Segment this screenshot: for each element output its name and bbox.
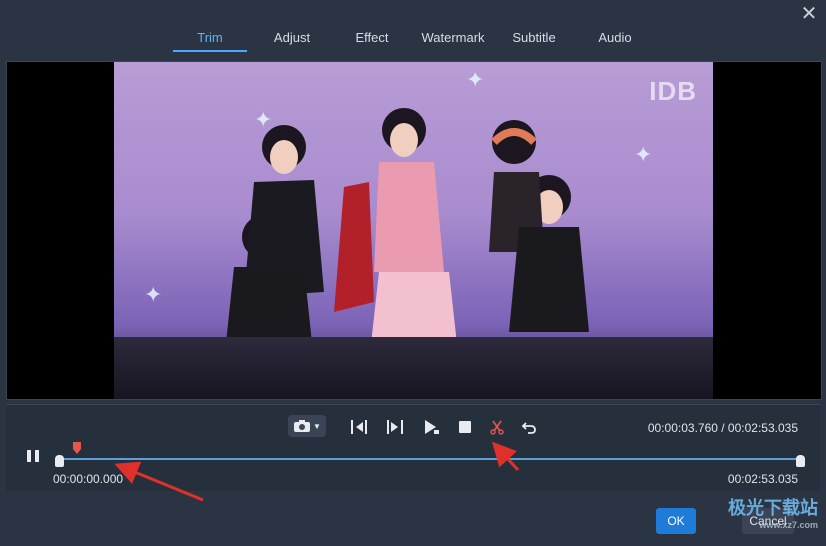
set-start-button[interactable] [346, 415, 372, 439]
video-overlay-text: IDB [649, 76, 697, 106]
set-start-icon [351, 420, 367, 434]
tab-trim[interactable]: Trim [173, 28, 247, 52]
tab-subtitle[interactable]: Subtitle [497, 28, 571, 52]
set-end-button[interactable] [382, 415, 408, 439]
undo-button[interactable] [516, 415, 542, 439]
tab-adjust[interactable]: Adjust [256, 28, 328, 52]
site-watermark-url: www.xz7.com [759, 520, 818, 530]
trim-end-time: 00:02:53.035 [727, 472, 798, 486]
pause-icon [27, 450, 39, 462]
sparkle-icon: ✦ [466, 67, 485, 92]
video-frame-image: ✦ ✦ ✦ ✦ IDB [114, 62, 713, 399]
playhead-marker[interactable] [72, 441, 82, 455]
tab-audio[interactable]: Audio [578, 28, 652, 52]
tab-watermark[interactable]: Watermark [416, 28, 490, 52]
camera-icon [294, 420, 311, 432]
play-segment-button[interactable] [418, 415, 444, 439]
trim-start-handle[interactable] [55, 455, 64, 467]
close-button[interactable]: ✕ [798, 3, 820, 25]
dancers-figure [224, 108, 589, 362]
snapshot-button[interactable]: ▼ [288, 415, 326, 437]
sparkle-icon: ✦ [144, 282, 163, 307]
timeline-line [61, 458, 799, 460]
close-icon: ✕ [800, 3, 818, 25]
scissors-icon [490, 420, 504, 435]
video-preview[interactable]: ✦ ✦ ✦ ✦ IDB [6, 61, 822, 400]
undo-icon [521, 422, 536, 434]
stop-button[interactable] [452, 415, 478, 439]
audience-area [114, 337, 713, 399]
control-panel: ▼ 00:00:03.760 / 00:02:53.035 00:00:00.0… [6, 404, 820, 491]
timeline-track[interactable] [55, 455, 805, 467]
chevron-down-icon: ▼ [313, 421, 321, 431]
ok-button[interactable]: OK [656, 508, 696, 534]
play-segment-icon [425, 420, 439, 434]
cut-button[interactable] [484, 415, 510, 439]
trim-end-handle[interactable] [796, 455, 805, 467]
site-watermark: 极光下载站 www.xz7.com [728, 494, 818, 530]
trim-start-time: 00:00:00.000 [53, 472, 124, 486]
set-end-icon [387, 420, 403, 434]
tab-bar: Trim Adjust Effect Watermark Subtitle Au… [0, 28, 826, 56]
pause-button[interactable] [24, 447, 46, 469]
tab-effect[interactable]: Effect [336, 28, 408, 52]
site-watermark-title: 极光下载站 [728, 498, 818, 518]
stop-icon [459, 421, 471, 433]
time-readout: 00:00:03.760 / 00:02:53.035 [647, 421, 798, 435]
